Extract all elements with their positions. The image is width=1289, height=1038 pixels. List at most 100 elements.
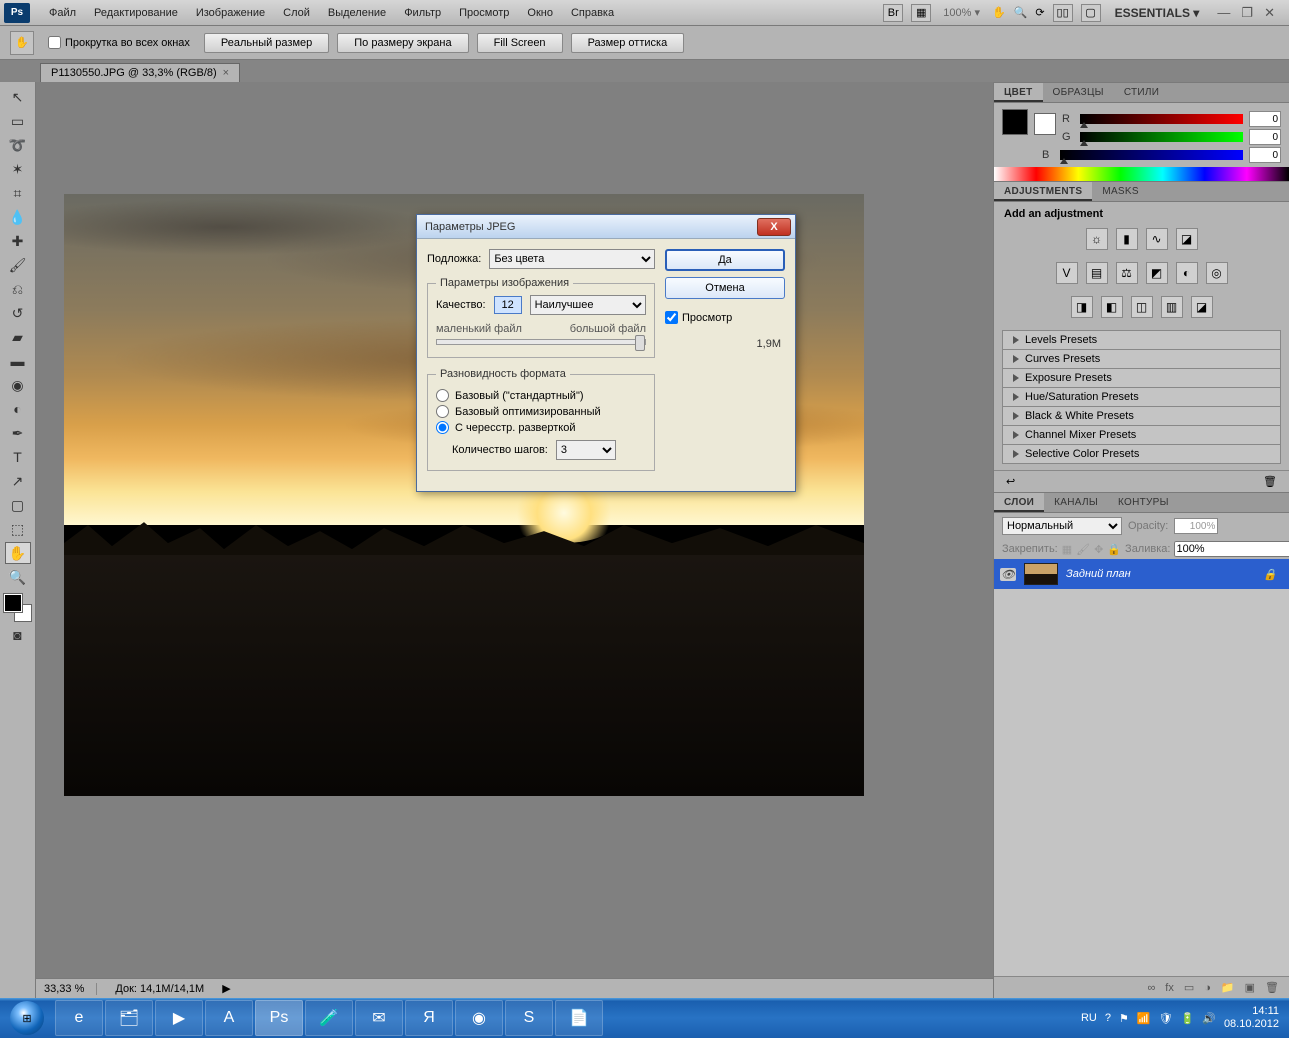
tab-styles[interactable]: СТИЛИ	[1114, 83, 1169, 102]
eraser-tool[interactable]: ▰	[5, 326, 31, 348]
type-tool[interactable]: T	[5, 446, 31, 468]
brush-tool[interactable]: 🖌	[5, 254, 31, 276]
preset-channel-mixer[interactable]: Channel Mixer Presets	[1002, 426, 1281, 445]
tray-network-icon[interactable]: 📶	[1137, 1012, 1151, 1025]
zoom-tool[interactable]: 🔍	[5, 566, 31, 588]
3d-tool[interactable]: ⬚	[5, 518, 31, 540]
crop-tool[interactable]: ⌗	[5, 182, 31, 204]
color-selector[interactable]	[4, 594, 32, 622]
posterize-icon[interactable]: ◧	[1101, 296, 1123, 318]
tab-swatches[interactable]: ОБРАЗЦЫ	[1043, 83, 1114, 102]
lasso-tool[interactable]: ➰	[5, 134, 31, 156]
bw-icon[interactable]: ◩	[1146, 262, 1168, 284]
color-ramp[interactable]	[994, 167, 1289, 181]
foreground-color-swatch[interactable]	[4, 594, 22, 612]
menu-view[interactable]: Просмотр	[450, 4, 518, 22]
zoom-icon[interactable]: 🔍	[1014, 6, 1028, 19]
extras-icon[interactable]: ▦	[911, 4, 931, 22]
preset-hue[interactable]: Hue/Saturation Presets	[1002, 388, 1281, 407]
link-layers-icon[interactable]: ∞	[1147, 982, 1155, 994]
lock-all-icon[interactable]: 🔒	[1107, 541, 1121, 557]
blue-slider[interactable]	[1060, 150, 1243, 160]
blend-mode-select[interactable]: Нормальный	[1002, 517, 1122, 535]
quality-preset-select[interactable]: Наилучшее	[530, 295, 646, 315]
dialog-titlebar[interactable]: Параметры JPEG X	[417, 215, 795, 239]
panel-fg-swatch[interactable]	[1002, 109, 1028, 135]
format-optimized[interactable]: Базовый оптимизированный	[436, 405, 646, 418]
adjustment-trash-icon[interactable]: 🗑	[1263, 475, 1277, 488]
vibrance-icon[interactable]: V	[1056, 262, 1078, 284]
opacity-input[interactable]	[1174, 518, 1218, 534]
channel-mixer-icon[interactable]: ◎	[1206, 262, 1228, 284]
status-arrow-icon[interactable]: ▶	[222, 982, 230, 995]
shape-tool[interactable]: ▢	[5, 494, 31, 516]
status-doc-size[interactable]: Док: 14,1M/14,1M	[115, 983, 204, 995]
taskbar-ie[interactable]: e	[55, 1000, 103, 1036]
status-zoom[interactable]: 33,33 %	[44, 983, 97, 995]
photo-filter-icon[interactable]: ◐	[1176, 262, 1198, 284]
visibility-icon[interactable]: 👁	[1000, 568, 1016, 581]
hand-icon[interactable]: ✋	[992, 6, 1006, 19]
tray-flag-icon[interactable]: ⚑	[1119, 1012, 1129, 1025]
current-tool-icon[interactable]: ✋	[10, 31, 34, 55]
menu-image[interactable]: Изображение	[187, 4, 274, 22]
menu-edit[interactable]: Редактирование	[85, 4, 187, 22]
heal-tool[interactable]: ✚	[5, 230, 31, 252]
menu-layer[interactable]: Слой	[274, 4, 319, 22]
print-size-button[interactable]: Размер оттиска	[571, 33, 685, 53]
fill-input[interactable]	[1174, 541, 1289, 557]
pen-tool[interactable]: ✒	[5, 422, 31, 444]
zoom-level[interactable]: 100% ▾	[939, 6, 984, 19]
clock[interactable]: 14:11 08.10.2012	[1224, 1005, 1279, 1031]
bridge-icon[interactable]: Br	[883, 4, 903, 22]
scans-select[interactable]: 3	[556, 440, 616, 460]
taskbar-chrome[interactable]: ◉	[455, 1000, 503, 1036]
rotate-icon[interactable]: ⟳	[1035, 6, 1044, 19]
new-layer-icon[interactable]: ▣	[1245, 981, 1255, 994]
matte-select[interactable]: Без цвета	[489, 249, 655, 269]
lock-transparency-icon[interactable]: ▦	[1062, 541, 1072, 557]
blur-tool[interactable]: ◉	[5, 374, 31, 396]
menu-select[interactable]: Выделение	[319, 4, 395, 22]
arrange-icon[interactable]: ▯▯	[1053, 4, 1073, 22]
ok-button[interactable]: Да	[665, 249, 785, 271]
selective-color-icon[interactable]: ◪	[1191, 296, 1213, 318]
taskbar-app3[interactable]: 📄	[555, 1000, 603, 1036]
tab-channels[interactable]: КАНАЛЫ	[1044, 493, 1108, 512]
layer-style-icon[interactable]: fx	[1165, 982, 1174, 994]
green-slider[interactable]	[1080, 132, 1243, 142]
document-tab[interactable]: P1130550.JPG @ 33,3% (RGB/8) ×	[40, 63, 240, 82]
wand-tool[interactable]: ✶	[5, 158, 31, 180]
brightness-icon[interactable]: ☼	[1086, 228, 1108, 250]
history-brush-tool[interactable]: ↺	[5, 302, 31, 324]
dodge-tool[interactable]: ◐	[5, 398, 31, 420]
adjustment-back-icon[interactable]: ↩	[1006, 475, 1015, 488]
exposure-icon[interactable]: ◪	[1176, 228, 1198, 250]
taskbar-explorer[interactable]: 🗂	[105, 1000, 153, 1036]
path-select-tool[interactable]: ↗	[5, 470, 31, 492]
tray-battery-icon[interactable]: 🔋	[1181, 1012, 1195, 1025]
lock-position-icon[interactable]: ✥	[1094, 541, 1103, 557]
quality-input[interactable]	[494, 296, 522, 314]
fit-screen-button[interactable]: По размеру экрана	[337, 33, 468, 53]
close-button[interactable]: ✕	[1260, 5, 1279, 20]
taskbar-media[interactable]: ▶	[155, 1000, 203, 1036]
taskbar-skype[interactable]: S	[505, 1000, 553, 1036]
delete-layer-icon[interactable]: 🗑	[1265, 981, 1279, 994]
lang-indicator[interactable]: RU	[1081, 1012, 1097, 1024]
preset-levels[interactable]: Levels Presets	[1002, 330, 1281, 350]
new-group-icon[interactable]: 📁	[1221, 981, 1235, 994]
move-tool[interactable]: ↖	[5, 86, 31, 108]
threshold-icon[interactable]: ◫	[1131, 296, 1153, 318]
start-button[interactable]: ⊞	[0, 998, 54, 1038]
gradient-map-icon[interactable]: ▥	[1161, 296, 1183, 318]
cancel-button[interactable]: Отмена	[665, 277, 785, 299]
taskbar-app1[interactable]: A	[205, 1000, 253, 1036]
tab-adjustments[interactable]: ADJUSTMENTS	[994, 182, 1092, 201]
eyedropper-tool[interactable]: 💧	[5, 206, 31, 228]
workspace-switcher[interactable]: ESSENTIALS ▾	[1109, 6, 1206, 20]
screen-mode-icon[interactable]: ▢	[1081, 4, 1101, 22]
dialog-close-button[interactable]: X	[757, 218, 791, 236]
menu-file[interactable]: Файл	[40, 4, 85, 22]
tab-paths[interactable]: КОНТУРЫ	[1108, 493, 1179, 512]
